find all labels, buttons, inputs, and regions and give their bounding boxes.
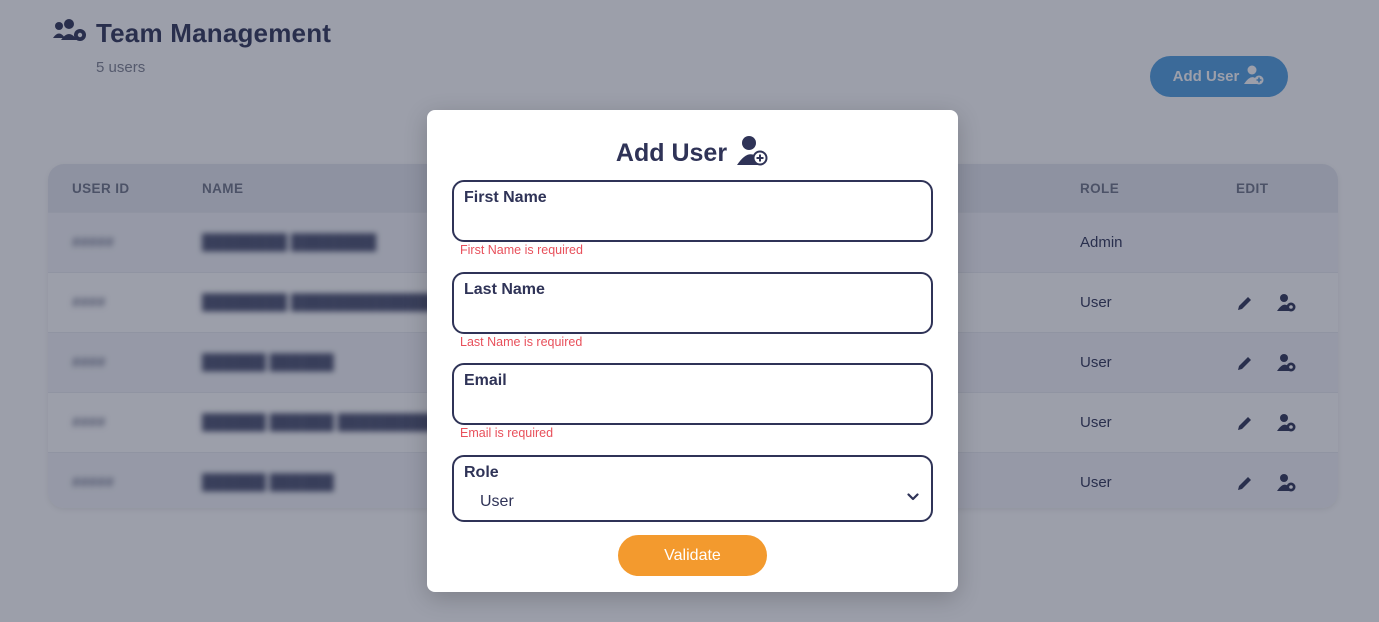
modal-title: Add User [615, 139, 728, 167]
validate-button[interactable]: Validate [618, 535, 767, 576]
first-name-field[interactable]: First Name [452, 180, 933, 242]
role-select[interactable]: Role User [452, 455, 933, 522]
role-selected-value: User [480, 493, 514, 510]
user-plus-icon [735, 135, 769, 172]
email-label: Email [464, 372, 507, 389]
last-name-field[interactable]: Last Name [452, 272, 933, 334]
email-input[interactable] [464, 395, 921, 417]
last-name-error: Last Name is required [460, 335, 583, 349]
add-user-modal: Add User First Name First Name is requir… [427, 110, 958, 592]
last-name-label: Last Name [464, 281, 545, 298]
last-name-input[interactable] [464, 304, 921, 326]
modal-title-row: Add User [427, 135, 958, 172]
first-name-label: First Name [464, 189, 547, 206]
role-label: Role [464, 464, 499, 481]
chevron-down-icon [907, 488, 919, 506]
first-name-error: First Name is required [460, 243, 583, 257]
email-error: Email is required [460, 426, 554, 440]
email-field[interactable]: Email [452, 363, 933, 425]
first-name-input[interactable] [464, 212, 921, 234]
